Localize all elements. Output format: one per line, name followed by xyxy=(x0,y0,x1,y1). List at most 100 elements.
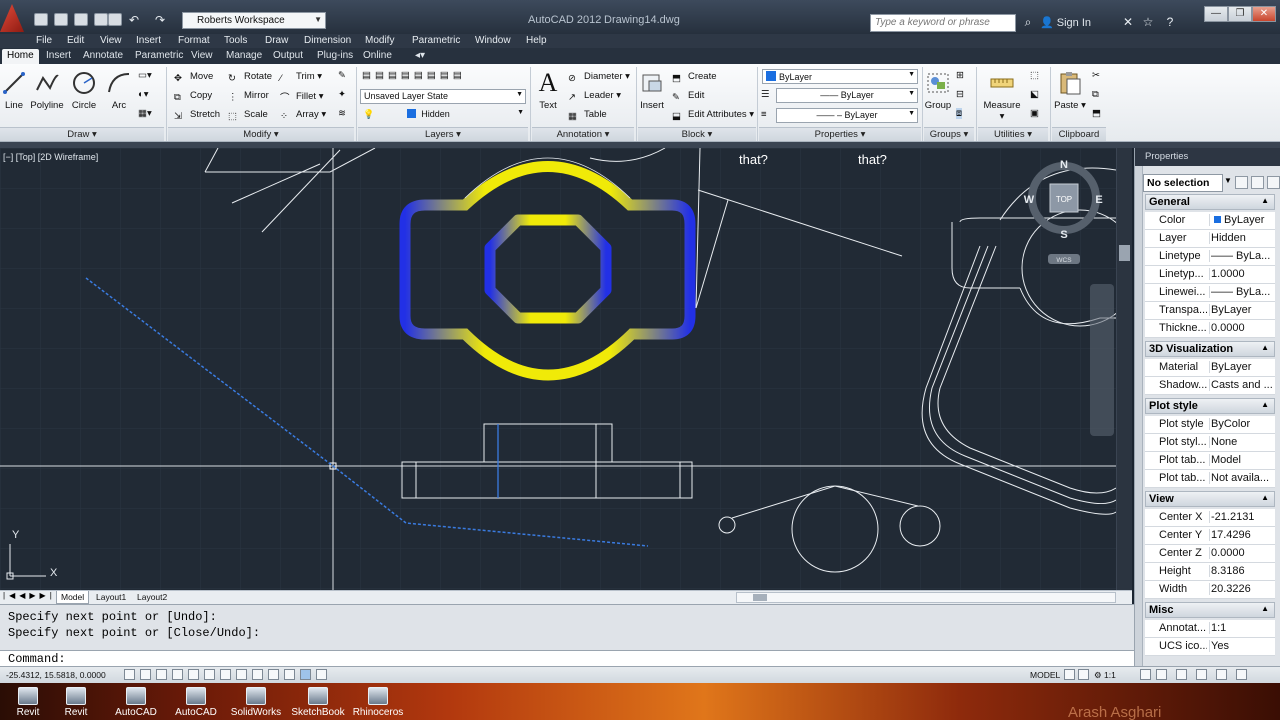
tab-annotate[interactable]: Annotate xyxy=(78,49,128,64)
lineweight-dropdown[interactable]: —— – ByLayer ▼ xyxy=(776,108,918,123)
coordinate-readout[interactable]: -25.4312, 15.5818, 0.0000 xyxy=(6,670,106,680)
ortho-mode-toggle[interactable] xyxy=(172,669,183,680)
property-row[interactable]: Layer Hidden xyxy=(1145,230,1275,248)
drawing-viewport[interactable]: that? that? TOP N S E W WCS Y X [−] [Top… xyxy=(0,148,1116,590)
property-value[interactable]: ByColor xyxy=(1209,418,1275,430)
drawing-canvas[interactable]: that? that? TOP N S E W WCS Y X xyxy=(0,148,1116,590)
select-all-icon[interactable]: ⬕ xyxy=(1030,89,1039,100)
compass-north[interactable]: N xyxy=(1060,159,1068,171)
collapse-icon[interactable]: ▲ xyxy=(1261,196,1269,205)
open-file-icon[interactable] xyxy=(54,13,68,26)
move-button[interactable]: ✥ Move xyxy=(174,71,213,85)
draw-panel-title[interactable]: Draw ▾ xyxy=(0,127,164,141)
color-dropdown[interactable]: ByLayer ▼ xyxy=(762,69,918,84)
property-value[interactable]: 1:1 xyxy=(1209,622,1275,634)
match-properties-icon[interactable]: ⬒ xyxy=(1092,108,1101,119)
autocad-logo-icon[interactable] xyxy=(0,4,24,32)
property-row[interactable]: Color ByLayer xyxy=(1145,212,1275,230)
ribbon-minimize-icon[interactable]: ◂▾ xyxy=(410,49,430,64)
layers-panel-title[interactable]: Layers ▾ xyxy=(358,127,528,141)
new-file-icon[interactable] xyxy=(34,13,48,26)
property-value[interactable]: Not availa... xyxy=(1209,472,1275,484)
object-snap-toggle[interactable] xyxy=(204,669,215,680)
menu-dimension[interactable]: Dimension xyxy=(304,34,351,47)
property-value[interactable]: —— ByLa... xyxy=(1209,286,1275,298)
command-line-input[interactable]: Command: xyxy=(0,650,1134,666)
property-section-header[interactable]: Misc ▲ xyxy=(1145,602,1275,618)
ungroup-icon[interactable]: ⊞ xyxy=(956,70,964,81)
linetype-dropdown[interactable]: —— ByLayer ▼ xyxy=(776,88,918,103)
group-edit-icon[interactable]: ⊟ xyxy=(956,89,964,100)
close-button[interactable]: ✕ xyxy=(1252,6,1276,22)
property-section-header[interactable]: View ▲ xyxy=(1145,491,1275,507)
property-row[interactable]: Center Y 17.4296 xyxy=(1145,527,1275,545)
copy-button[interactable]: ⧉ Copy xyxy=(174,90,212,104)
calculator-icon[interactable]: ▣ xyxy=(1030,108,1039,119)
property-row[interactable]: Thickne... 0.0000 xyxy=(1145,320,1275,338)
status-bar-menu-icon[interactable] xyxy=(1216,669,1227,680)
sign-in-button[interactable]: 👤 Sign In xyxy=(1040,16,1091,29)
property-row[interactable]: Center X -21.2131 xyxy=(1145,509,1275,527)
collapse-icon[interactable]: ▲ xyxy=(1261,604,1269,613)
property-row[interactable]: Plot tab... Model xyxy=(1145,452,1275,470)
layer-tools-icon[interactable]: ▤▤▤▤▤▤▤▤ xyxy=(362,70,466,81)
annotation-text[interactable]: that? xyxy=(739,152,768,167)
compass-south[interactable]: S xyxy=(1060,229,1067,241)
tab-parametric[interactable]: Parametric xyxy=(130,49,188,64)
property-value[interactable]: None xyxy=(1209,436,1275,448)
star-icon[interactable]: ☆ xyxy=(1140,14,1156,30)
stretch-button[interactable]: ⇲ Stretch xyxy=(174,109,220,123)
annotation-scale[interactable]: ⚙ 1:1 xyxy=(1094,670,1116,681)
dynamic-input-toggle[interactable] xyxy=(268,669,279,680)
tab-model[interactable]: Model xyxy=(56,591,90,604)
property-value[interactable]: 8.3186 xyxy=(1209,565,1275,577)
explode-icon[interactable]: ✦ xyxy=(338,89,346,100)
menu-modify[interactable]: Modify xyxy=(365,34,394,47)
menu-help[interactable]: Help xyxy=(526,34,547,47)
property-value[interactable]: Casts and ... xyxy=(1209,379,1275,391)
cut-icon[interactable]: ✂ xyxy=(1092,70,1100,81)
property-value[interactable]: 20.3226 xyxy=(1209,583,1275,595)
properties-panel-title[interactable]: Properties ▾ xyxy=(759,127,921,141)
maximize-button[interactable]: ❐ xyxy=(1228,6,1252,22)
property-row[interactable]: Shadow... Casts and ... xyxy=(1145,377,1275,395)
property-value[interactable]: ByLayer xyxy=(1209,214,1275,226)
scale-button[interactable]: ⬚ Scale xyxy=(228,109,268,123)
quick-view-layouts-icon[interactable] xyxy=(1064,669,1075,680)
grid-display-toggle[interactable] xyxy=(156,669,167,680)
menu-insert[interactable]: Insert xyxy=(136,34,161,47)
property-value[interactable]: Hidden xyxy=(1209,232,1275,244)
property-row[interactable]: Plot styl... None xyxy=(1145,434,1275,452)
plot-icon[interactable] xyxy=(108,13,122,26)
tab-plug-ins[interactable]: Plug-ins xyxy=(312,49,358,64)
property-row[interactable]: Annotat... 1:1 xyxy=(1145,620,1275,638)
offset-icon[interactable]: ≋ xyxy=(338,108,346,119)
navigation-bar[interactable] xyxy=(1090,284,1114,436)
property-row[interactable]: Plot tab... Not availa... xyxy=(1145,470,1275,488)
property-value[interactable]: -21.2131 xyxy=(1209,511,1275,523)
leader-button[interactable]: ↗ Leader ▾ xyxy=(568,90,621,104)
annotation-text[interactable]: that? xyxy=(858,152,887,167)
redo-icon[interactable]: ↷ xyxy=(152,12,168,28)
property-value[interactable]: Model xyxy=(1209,454,1275,466)
quick-view-drawings-icon[interactable] xyxy=(1078,669,1089,680)
quick-properties-toggle[interactable] xyxy=(300,669,311,680)
arc-tool-button[interactable]: Arc xyxy=(101,70,137,111)
fillet-button[interactable]: ⌒ Fillet ▾ xyxy=(280,90,323,104)
property-row[interactable]: Linetyp... 1.0000 xyxy=(1145,266,1275,284)
create-block-button[interactable]: ⬒ Create xyxy=(672,71,717,85)
taskbar-item[interactable]: SolidWorks xyxy=(228,683,284,720)
infer-constraints-toggle[interactable] xyxy=(124,669,135,680)
trim-button[interactable]: ⁄ Trim ▾ xyxy=(280,71,322,85)
property-value[interactable]: ByLayer xyxy=(1209,304,1275,316)
property-row[interactable]: Plot style ByColor xyxy=(1145,416,1275,434)
compass-east[interactable]: E xyxy=(1095,194,1102,206)
group-select-icon[interactable]: ⧈ xyxy=(956,108,963,119)
tab-view[interactable]: View xyxy=(186,49,218,64)
hatch-icon[interactable]: ◐▾ xyxy=(138,89,149,100)
viewport-controls-label[interactable]: [−] [Top] [2D Wireframe] xyxy=(3,152,98,162)
chevron-down-icon[interactable]: ▼ xyxy=(1224,176,1232,185)
tab-online[interactable]: Online xyxy=(358,49,397,64)
quick-select-icon[interactable]: ⬚ xyxy=(1030,70,1039,81)
property-row[interactable]: Linetype —— ByLa... xyxy=(1145,248,1275,266)
